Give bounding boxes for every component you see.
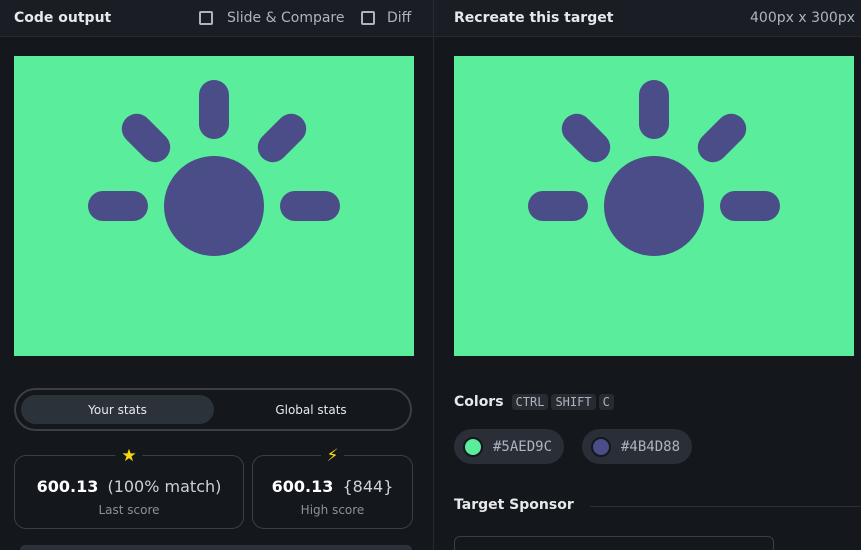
sponsor-box[interactable] xyxy=(454,536,774,550)
last-score-line: 600.13 (100% match) xyxy=(15,477,243,496)
target-header: Recreate this target 400px x 300px xyxy=(434,0,861,37)
sun-drawing xyxy=(528,80,780,256)
sun-ray-top xyxy=(639,80,669,139)
sun-ray-left xyxy=(528,191,588,221)
tab-your-stats[interactable]: Your stats xyxy=(21,395,214,424)
sponsor-divider xyxy=(590,506,861,507)
sun-ray-top xyxy=(199,80,229,139)
color-swatch-green[interactable]: #5AED9C xyxy=(454,429,565,464)
target-canvas xyxy=(454,56,854,356)
code-output-title: Code output xyxy=(14,10,112,26)
sun-ray-left xyxy=(88,191,148,221)
colors-header: Colors CTRL SHIFT C xyxy=(454,394,617,410)
last-score-value: 600.13 xyxy=(36,477,99,496)
diff-toggle[interactable]: Diff xyxy=(361,10,411,26)
code-output-panel: Code output Slide & Compare Diff Your st… xyxy=(0,0,433,550)
stats-tab-switch: Your stats Global stats xyxy=(14,388,412,431)
swatch-hex: #4B4D88 xyxy=(621,438,681,455)
target-dimensions: 400px x 300px xyxy=(750,10,855,26)
last-score-label: Last score xyxy=(98,503,160,517)
sun-ray-top-right xyxy=(257,113,307,163)
shortcut-key-shift: SHIFT xyxy=(551,394,596,410)
bottom-panel-edge xyxy=(20,545,412,550)
high-score-card: ⚡ 600.13 {844} High score xyxy=(252,446,413,529)
slide-compare-checkbox[interactable] xyxy=(199,11,213,25)
target-sponsor-label: Target Sponsor xyxy=(454,497,574,513)
sun-ray-right xyxy=(280,191,340,221)
target-panel: Recreate this target 400px x 300px Color… xyxy=(434,0,861,550)
swatch-dot xyxy=(463,436,483,457)
high-score-value: 600.13 xyxy=(271,477,334,496)
high-score-line: 600.13 {844} xyxy=(253,477,412,496)
sun-circle xyxy=(604,156,704,256)
swatch-dot xyxy=(591,436,611,457)
target-title: Recreate this target xyxy=(454,10,614,26)
colors-label: Colors xyxy=(454,394,504,410)
tab-global-stats[interactable]: Global stats xyxy=(216,395,406,424)
last-score-card: ★ 600.13 (100% match) Last score xyxy=(14,446,244,529)
swatch-hex: #5AED9C xyxy=(493,438,553,455)
high-score-label: High score xyxy=(300,503,365,517)
last-score-match: (100% match) xyxy=(107,477,222,496)
shortcut-key-c: C xyxy=(598,394,614,410)
bolt-icon: ⚡ xyxy=(320,446,345,466)
shortcut-key-ctrl: CTRL xyxy=(511,394,549,410)
sun-ray-top-left xyxy=(561,113,611,163)
high-score-chars: {844} xyxy=(342,477,394,496)
code-output-canvas[interactable] xyxy=(14,56,414,356)
sun-ray-top-right xyxy=(697,113,747,163)
sun-ray-right xyxy=(720,191,780,221)
code-output-header: Code output Slide & Compare Diff xyxy=(0,0,433,37)
slide-compare-label: Slide & Compare xyxy=(227,10,345,26)
diff-label: Diff xyxy=(387,10,412,26)
slide-compare-toggle[interactable]: Slide & Compare xyxy=(199,10,345,26)
star-icon: ★ xyxy=(115,446,143,466)
sun-circle xyxy=(164,156,264,256)
diff-checkbox[interactable] xyxy=(361,11,375,25)
sun-ray-top-left xyxy=(121,113,171,163)
sun-drawing xyxy=(88,80,340,256)
color-swatch-purple[interactable]: #4B4D88 xyxy=(582,429,693,464)
